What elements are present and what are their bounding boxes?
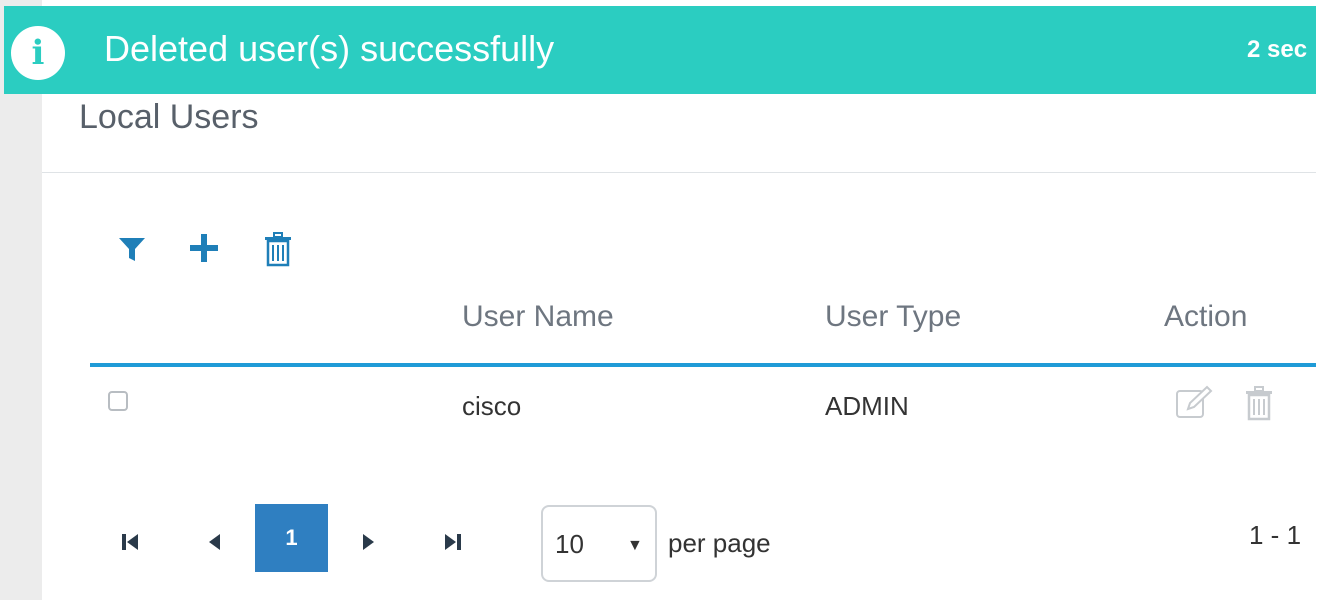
per-page-select[interactable]: 10 ▼	[541, 505, 657, 582]
title-divider	[42, 172, 1316, 173]
column-header-action: Action	[1164, 300, 1248, 333]
first-page-icon	[122, 534, 138, 550]
plus-icon	[190, 234, 218, 262]
success-toast: i Deleted user(s) successfully 2 sec	[4, 6, 1316, 94]
per-page-value: 10	[555, 529, 584, 559]
right-edge	[1316, 0, 1330, 600]
add-user-button[interactable]	[186, 230, 222, 266]
toast-timer: 2 sec	[1247, 36, 1308, 63]
page-title: Local Users	[79, 98, 259, 136]
previous-page-button[interactable]	[195, 522, 235, 562]
last-page-icon	[445, 534, 461, 550]
cell-user-name: cisco	[462, 391, 522, 421]
last-page-button[interactable]	[433, 522, 473, 562]
next-page-button[interactable]	[348, 522, 388, 562]
chevron-down-icon: ▼	[627, 537, 643, 554]
filter-icon	[119, 238, 145, 261]
delete-users-button[interactable]	[261, 230, 295, 268]
edit-user-button[interactable]	[1174, 385, 1214, 421]
column-header-user-name[interactable]: User Name	[462, 300, 614, 334]
toast-message: Deleted user(s) successfully	[104, 28, 555, 69]
per-page-label: per page	[668, 528, 771, 558]
filter-button[interactable]	[114, 231, 150, 267]
first-page-button[interactable]	[110, 522, 150, 562]
info-icon: i	[11, 26, 65, 80]
page-range-label: 1 - 1	[1249, 520, 1302, 550]
delete-user-button[interactable]	[1244, 385, 1276, 423]
column-header-user-type[interactable]: User Type	[825, 300, 961, 334]
next-page-icon	[363, 534, 374, 550]
row-checkbox[interactable]	[108, 391, 128, 411]
current-page-button[interactable]: 1	[255, 504, 328, 572]
previous-page-icon	[209, 534, 220, 550]
edit-icon	[1176, 385, 1213, 418]
trash-icon	[265, 232, 291, 267]
trash-icon	[1246, 386, 1272, 421]
cell-user-type: ADMIN	[825, 391, 909, 421]
table-row: cisco ADMIN	[90, 367, 1316, 443]
